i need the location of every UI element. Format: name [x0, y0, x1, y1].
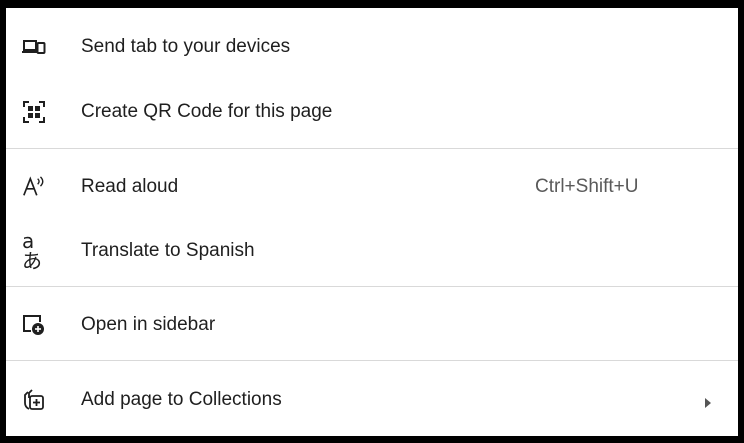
menu-item-label: Translate to Spanish: [81, 240, 255, 261]
menu-separator: [6, 286, 738, 287]
menu-item-label: Create QR Code for this page: [81, 101, 333, 122]
context-menu: Send tab to your devices Create QR Code …: [6, 8, 738, 436]
menu-item-translate[interactable]: aあ Translate to Spanish: [6, 228, 738, 274]
qr-code-icon: [22, 100, 46, 124]
devices-icon: [22, 35, 46, 59]
menu-item-read-aloud[interactable]: Read aloud Ctrl+Shift+U: [6, 164, 738, 210]
sidebar-open-icon: [22, 313, 46, 337]
menu-item-open-sidebar[interactable]: Open in sidebar: [6, 302, 738, 348]
translate-icon: aあ: [22, 231, 46, 271]
menu-separator: [6, 360, 738, 361]
menu-item-label: Open in sidebar: [81, 314, 216, 335]
translate-icon-glyph: aあ: [22, 229, 42, 273]
menu-item-send-tab[interactable]: Send tab to your devices: [6, 24, 738, 70]
menu-item-label: Add page to Collections: [81, 389, 282, 410]
read-aloud-icon: [22, 175, 46, 199]
collections-add-icon: [22, 388, 46, 412]
menu-separator: [6, 148, 738, 149]
menu-item-qr-code[interactable]: Create QR Code for this page: [6, 89, 738, 135]
submenu-arrow-icon: [703, 395, 713, 408]
menu-item-label: Send tab to your devices: [81, 36, 291, 57]
menu-item-label: Read aloud: [81, 176, 179, 197]
keyboard-shortcut: Ctrl+Shift+U: [535, 176, 639, 197]
menu-item-add-to-collections[interactable]: Add page to Collections: [6, 377, 738, 423]
